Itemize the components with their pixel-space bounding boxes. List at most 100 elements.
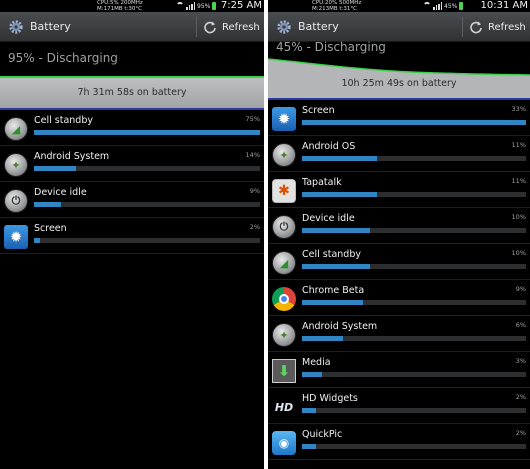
usage-name: Media	[302, 357, 331, 368]
battery-level-line	[0, 76, 264, 78]
refresh-button[interactable]: Refresh	[469, 12, 526, 42]
usage-name: Device idle	[302, 213, 355, 224]
usage-row-media[interactable]: ⬇ Media 3%	[268, 352, 530, 388]
cell-signal-icon: ◢	[4, 117, 28, 141]
status-icons: 95%	[176, 1, 217, 11]
media-download-icon: ⬇	[272, 359, 296, 383]
wifi-icon	[176, 2, 184, 10]
action-bar: Battery Refresh	[0, 12, 264, 42]
usage-row-cell-standby[interactable]: ◢ Cell standby 10%	[268, 244, 530, 280]
battery-icon	[459, 2, 464, 10]
battery-summary: 95% - Discharging	[8, 51, 118, 65]
status-icons: 45%	[423, 1, 464, 11]
usage-bar-track	[302, 120, 526, 125]
android-system-icon: ✦	[4, 153, 28, 177]
usage-bar-fill	[34, 202, 62, 207]
usage-bar-track	[302, 192, 526, 197]
screen-title: Battery	[298, 20, 339, 33]
usage-bar-fill	[302, 120, 526, 125]
power-icon: ⏻	[272, 215, 296, 239]
usage-row-device-idle[interactable]: ⏻ Device idle 9%	[0, 182, 264, 218]
usage-bar-track	[302, 444, 526, 449]
wifi-icon	[423, 2, 431, 10]
usage-name: Android OS	[302, 141, 356, 152]
usage-bar-fill	[302, 300, 364, 305]
refresh-label: Refresh	[222, 21, 260, 33]
hd-widgets-icon: HD	[274, 400, 294, 414]
cpu-info: CPU:20% 500MHz M:213MB t:31°C	[312, 0, 361, 12]
usage-percent: 11%	[511, 177, 526, 185]
usage-name: QuickPic	[302, 429, 343, 440]
usage-percent: 9%	[515, 285, 526, 293]
usage-bar-track	[34, 166, 260, 171]
clock: 10:31 AM	[480, 0, 528, 11]
usage-row-device-idle[interactable]: ⏻ Device idle 10%	[268, 208, 530, 244]
battery-percent: 45%	[444, 2, 458, 10]
usage-percent: 3%	[515, 357, 526, 365]
usage-row-quickpic[interactable]: ◉ QuickPic 2%	[268, 424, 530, 460]
usage-row-android-system[interactable]: ✦ Android System 6%	[268, 316, 530, 352]
brightness-icon: ✹	[272, 107, 296, 131]
screen-title: Battery	[30, 20, 71, 33]
usage-percent: 75%	[245, 115, 260, 123]
refresh-icon	[204, 21, 216, 34]
brightness-icon: ✹	[4, 225, 28, 249]
usage-bar-fill	[302, 264, 370, 269]
battery-icon	[212, 2, 217, 10]
usage-bar-track	[302, 264, 526, 269]
chrome-icon	[272, 287, 296, 311]
status-bar: CPU:20% 500MHz M:213MB t:31°C 45% 10:31 …	[268, 0, 530, 12]
divider	[196, 17, 197, 37]
power-icon: ⏻	[4, 189, 28, 213]
usage-name: Android System	[302, 321, 378, 332]
time-on-battery: 10h 25m 49s on battery	[341, 78, 457, 89]
usage-row-hd-widgets[interactable]: HD HD Widgets 2%	[268, 388, 530, 424]
usage-percent: 10%	[511, 213, 526, 221]
divider	[462, 17, 463, 37]
settings-gear-icon[interactable]	[276, 19, 292, 35]
refresh-button[interactable]: Refresh	[203, 12, 260, 42]
usage-bar-fill	[302, 408, 316, 413]
battery-percent: 95%	[197, 2, 211, 10]
usage-row-cell-standby[interactable]: ◢ Cell standby 75%	[0, 110, 264, 146]
action-bar: Battery Refresh	[268, 12, 530, 42]
usage-bar-fill	[34, 130, 260, 135]
usage-row-android-os[interactable]: ✦ Android OS 11%	[268, 136, 530, 172]
tapatalk-icon: ✱	[272, 179, 296, 203]
usage-row-screen[interactable]: ✹ Screen 2%	[0, 218, 264, 254]
usage-bar-track	[302, 300, 526, 305]
usage-bar-track	[302, 228, 526, 233]
usage-bar-fill	[34, 166, 77, 171]
usage-row-screen[interactable]: ✹ Screen 33%	[268, 100, 530, 136]
usage-name: Screen	[302, 105, 335, 116]
usage-bar-track	[302, 408, 526, 413]
usage-bar-track	[302, 372, 526, 377]
refresh-icon	[470, 21, 482, 34]
usage-name: Tapatalk	[302, 177, 342, 188]
usage-bar-track	[34, 202, 260, 207]
usage-bar-fill	[34, 238, 41, 243]
usage-row-chrome-beta[interactable]: Chrome Beta 9%	[268, 280, 530, 316]
settings-gear-icon[interactable]	[8, 19, 24, 35]
android-os-icon: ✦	[272, 143, 296, 167]
refresh-label: Refresh	[488, 21, 526, 33]
clock: 7:25 AM	[220, 0, 262, 11]
usage-row-tapatalk[interactable]: ✱ Tapatalk 11%	[268, 172, 530, 208]
usage-percent: 11%	[511, 141, 526, 149]
battery-history-graph[interactable]: 10h 25m 49s on battery	[268, 57, 530, 100]
quickpic-icon: ◉	[272, 431, 296, 455]
time-on-battery: 7h 31m 58s on battery	[77, 87, 187, 98]
usage-bar-fill	[302, 228, 370, 233]
usage-bar-track	[34, 238, 260, 243]
usage-bar-fill	[302, 372, 323, 377]
usage-percent: 2%	[249, 223, 260, 231]
usage-percent: 14%	[245, 151, 260, 159]
usage-row-android-system[interactable]: ✦ Android System 14%	[0, 146, 264, 182]
usage-bar-fill	[302, 156, 377, 161]
battery-history-graph[interactable]: 7h 31m 58s on battery	[0, 76, 264, 110]
usage-bar-fill	[302, 444, 316, 449]
usage-name: Cell standby	[302, 249, 361, 260]
usage-bar-track	[302, 336, 526, 341]
usage-bar-fill	[302, 192, 377, 197]
usage-percent: 33%	[511, 105, 526, 113]
